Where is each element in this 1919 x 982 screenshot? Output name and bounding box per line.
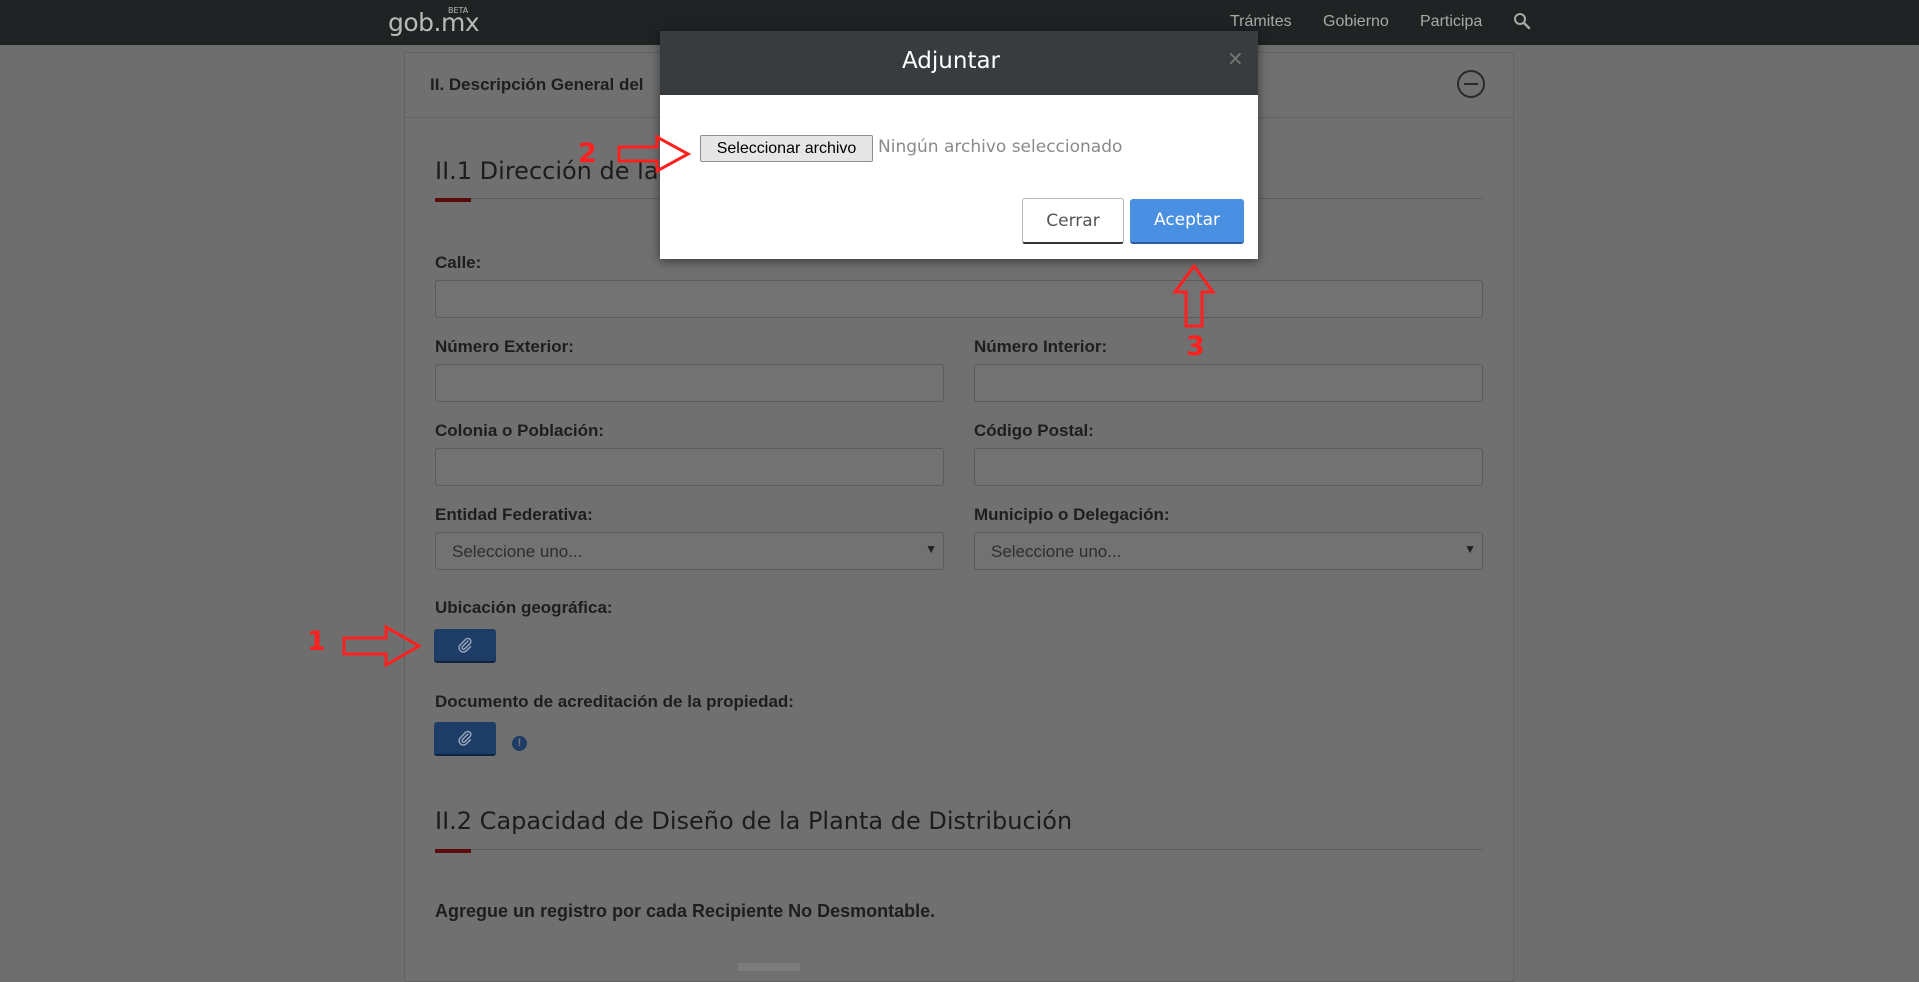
info-icon[interactable]: !	[512, 736, 527, 751]
calle-input[interactable]	[435, 280, 1483, 318]
paperclip-icon	[458, 730, 472, 746]
paperclip-icon	[458, 637, 472, 653]
nav-link-gobierno[interactable]: Gobierno	[1323, 13, 1389, 31]
section-divider	[435, 849, 1483, 850]
modal-header: Adjuntar ×	[660, 31, 1258, 95]
municipio-value: Seleccione uno...	[991, 542, 1122, 561]
nav-link-participa[interactable]: Participa	[1420, 13, 1482, 31]
search-icon[interactable]	[1513, 12, 1531, 30]
section-accent-bar	[435, 198, 471, 202]
numero-exterior-label: Número Exterior:	[435, 337, 574, 356]
colonia-label: Colonia o Población:	[435, 421, 605, 440]
recipiente-note: Agregue un registro por cada Recipiente …	[435, 901, 936, 921]
municipio-select[interactable]: Seleccione uno... ▼	[974, 532, 1483, 570]
arrow-right-icon	[617, 134, 691, 174]
bottom-tab	[738, 963, 800, 971]
attach-ubicacion-button[interactable]	[434, 629, 496, 663]
entidad-federativa-value: Seleccione uno...	[452, 542, 583, 561]
close-icon[interactable]: ×	[1227, 46, 1244, 70]
annotation-number-2: 2	[578, 138, 597, 169]
arrow-right-icon	[342, 624, 422, 668]
annotation-number-1: 1	[307, 626, 326, 657]
file-status-text: Ningún archivo seleccionado	[878, 137, 1123, 157]
cerrar-button[interactable]: Cerrar	[1022, 198, 1124, 244]
aceptar-button[interactable]: Aceptar	[1130, 199, 1244, 244]
section-title-capacidad: II.2 Capacidad de Diseño de la Planta de…	[435, 807, 1073, 835]
caret-down-icon: ▼	[925, 542, 937, 556]
codigo-postal-label: Código Postal:	[974, 421, 1094, 440]
codigo-postal-input[interactable]	[974, 448, 1483, 486]
collapse-panel-icon[interactable]	[1457, 70, 1485, 98]
numero-exterior-input[interactable]	[435, 364, 944, 402]
calle-label: Calle:	[435, 253, 482, 272]
attach-modal: Adjuntar × Seleccionar archivo Ningún ar…	[660, 31, 1258, 259]
caret-down-icon: ▼	[1464, 542, 1476, 556]
documento-label: Documento de acreditación de la propieda…	[435, 692, 794, 711]
arrow-up-icon	[1172, 264, 1216, 328]
ubicacion-label: Ubicación geográfica:	[435, 598, 613, 617]
select-file-button[interactable]: Seleccionar archivo	[700, 135, 873, 162]
panel-title: II. Descripción General del	[430, 75, 644, 94]
section-accent-bar	[435, 849, 471, 853]
nav-link-tramites[interactable]: Trámites	[1230, 13, 1292, 31]
gobmx-logo[interactable]: gob.mx BETA	[388, 6, 480, 37]
logo-beta-badge: BETA	[448, 6, 469, 15]
annotation-number-3: 3	[1186, 331, 1205, 362]
attach-documento-button[interactable]	[434, 722, 496, 756]
numero-interior-input[interactable]	[974, 364, 1483, 402]
entidad-federativa-select[interactable]: Seleccione uno... ▼	[435, 532, 944, 570]
colonia-input[interactable]	[435, 448, 944, 486]
municipio-label: Municipio o Delegación:	[974, 505, 1170, 524]
modal-title: Adjuntar	[901, 48, 1001, 74]
entidad-federativa-label: Entidad Federativa:	[435, 505, 593, 524]
numero-interior-label: Número Interior:	[974, 337, 1108, 356]
